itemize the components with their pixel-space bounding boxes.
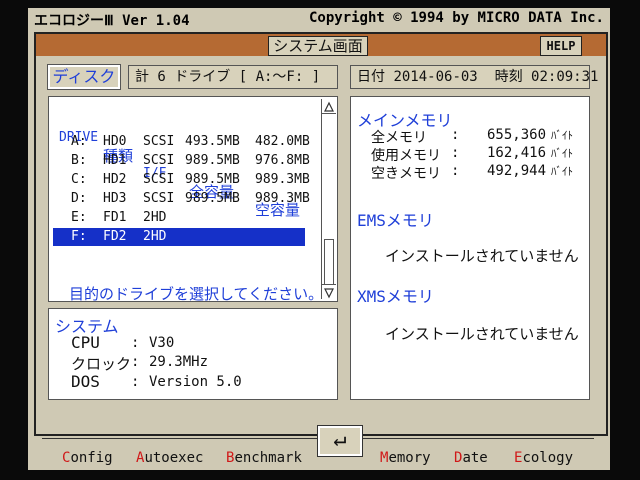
config-button[interactable]: Config: [62, 450, 113, 466]
drive-cell-total: 989.5MB: [185, 172, 240, 187]
dos-label: DOS: [71, 372, 100, 391]
drive-cell-if: SCSI: [143, 191, 175, 206]
drive-cell-free: 989.3MB: [255, 191, 310, 206]
drive-cell-if: SCSI: [143, 153, 175, 168]
system-panel: システム CPU : V30 クロック : 29.3MHz DOS : Vers…: [48, 308, 338, 400]
date-value: 2014-06-03: [393, 69, 478, 85]
scroll-up-button[interactable]: [322, 99, 336, 114]
config-label: onfig: [70, 450, 113, 466]
enter-button[interactable]: ↵: [317, 425, 363, 457]
drive-cell-total: 989.5MB: [185, 191, 240, 206]
select-drive-prompt: 目的のドライブを選択してください。: [69, 285, 324, 303]
scroll-thumb[interactable]: [324, 239, 334, 285]
benchmark-button[interactable]: Benchmark: [226, 450, 302, 466]
ems-status: インストールされていません: [385, 247, 579, 265]
datetime-display: 日付 2014-06-03 時刻 02:09:31: [350, 65, 598, 89]
drive-row[interactable]: B: HD1 SCSI 989.5MB 976.8MB: [59, 152, 319, 170]
total-memory-value: 655,360: [487, 127, 547, 143]
date-label: 日付: [357, 69, 385, 85]
drive-cell-type: HD3: [103, 191, 127, 206]
total-memory-unit: ﾊﾞｲﾄ: [551, 129, 573, 142]
drive-cell-total: 989.5MB: [185, 153, 240, 168]
title-bar: エコロジーⅢ Ver 1.04 Copyright © 1994 by MICR…: [28, 8, 610, 30]
triangle-up-icon: [324, 101, 334, 112]
app-title: エコロジーⅢ Ver 1.04: [34, 13, 190, 29]
copyright-text: Copyright © 1994 by MICRO DATA Inc.: [308, 10, 604, 26]
drive-cell-drive: B:: [71, 153, 87, 168]
total-memory-label: 全メモリ: [371, 130, 427, 146]
enter-icon: ↵: [333, 427, 347, 452]
date-label-btn: ate: [462, 450, 488, 466]
free-memory-unit: ﾊﾞｲﾄ: [551, 165, 573, 178]
clock-value: 29.3MHz: [149, 354, 209, 370]
drive-row[interactable]: E: FD1 2HD: [59, 209, 319, 227]
drive-cell-if: 2HD: [143, 210, 167, 225]
help-button[interactable]: HELP: [540, 36, 582, 56]
free-memory-value: 492,944: [487, 163, 547, 179]
ecology-label: cology: [522, 450, 574, 466]
memory-panel: メインメモリ 全メモリ : 655,360 ﾊﾞｲﾄ 使用メモリ : 162,4…: [350, 96, 590, 400]
free-memory-label: 空きメモリ: [371, 166, 441, 182]
autoexec-label: utoexec: [144, 450, 204, 466]
ecology-button[interactable]: Ecology: [514, 450, 573, 466]
screen-title: システム画面: [268, 36, 368, 56]
memory-button[interactable]: Memory: [380, 450, 431, 466]
drive-row[interactable]: C: HD2 SCSI 989.5MB 989.3MB: [59, 171, 319, 189]
cpu-label: CPU: [71, 333, 100, 352]
disk-button[interactable]: ディスク: [47, 64, 121, 90]
drive-cell-if: SCSI: [143, 172, 175, 187]
drive-cell-free: 482.0MB: [255, 134, 310, 149]
autoexec-button[interactable]: Autoexec: [136, 450, 203, 466]
dos-value: Version 5.0: [149, 374, 242, 390]
drive-table-header: DRIVE 種類 I/F 全容量 空容量: [59, 111, 319, 219]
date-button[interactable]: Date: [454, 450, 488, 466]
xms-memory-title: XMSメモリ: [357, 287, 434, 306]
xms-status: インストールされていません: [385, 325, 579, 343]
used-memory-value: 162,416: [487, 145, 547, 161]
cpu-value: V30: [149, 335, 175, 351]
scroll-down-button[interactable]: [322, 284, 336, 299]
drive-cell-type: FD1: [103, 210, 127, 225]
drive-cell-drive: E:: [71, 210, 87, 225]
drive-cell-free: 989.3MB: [255, 172, 310, 187]
drive-cell-free: 976.8MB: [255, 153, 310, 168]
drive-cell-if: 2HD: [143, 229, 167, 244]
time-label: 時刻: [494, 69, 523, 85]
drive-cell-type: HD1: [103, 153, 127, 168]
clock-label: クロック: [71, 355, 132, 373]
drive-cell-type: HD0: [103, 134, 127, 149]
drive-row[interactable]: F: FD2 2HD: [53, 228, 305, 246]
drive-cell-drive: F:: [71, 229, 87, 244]
time-value: 02:09:31: [531, 69, 599, 85]
drive-cell-type: HD2: [103, 172, 127, 187]
drive-count: 計 6 ドライブ [ A:～F: ]: [128, 65, 338, 89]
drive-cell-drive: D:: [71, 191, 87, 206]
used-memory-label: 使用メモリ: [371, 148, 441, 164]
drive-cell-total: 493.5MB: [185, 134, 240, 149]
drive-cell-drive: C:: [71, 172, 87, 187]
drive-row[interactable]: D: HD3 SCSI 989.5MB 989.3MB: [59, 190, 319, 208]
triangle-down-icon: [324, 288, 334, 299]
ems-memory-title: EMSメモリ: [357, 211, 434, 230]
memory-label: emory: [388, 450, 431, 466]
drive-scrollbar[interactable]: [321, 99, 336, 299]
used-memory-unit: ﾊﾞｲﾄ: [551, 147, 573, 160]
screen: エコロジーⅢ Ver 1.04 Copyright © 1994 by MICR…: [28, 8, 610, 470]
drive-row[interactable]: A: HD0 SCSI 493.5MB 482.0MB: [59, 133, 319, 151]
drive-panel: DRIVE 種類 I/F 全容量 空容量 A: HD0 SCSI 493.5MB 482…: [48, 96, 338, 303]
benchmark-label: enchmark: [234, 450, 302, 466]
drive-cell-type: FD2: [103, 229, 127, 244]
drive-cell-drive: A:: [71, 134, 87, 149]
drive-cell-if: SCSI: [143, 134, 175, 149]
